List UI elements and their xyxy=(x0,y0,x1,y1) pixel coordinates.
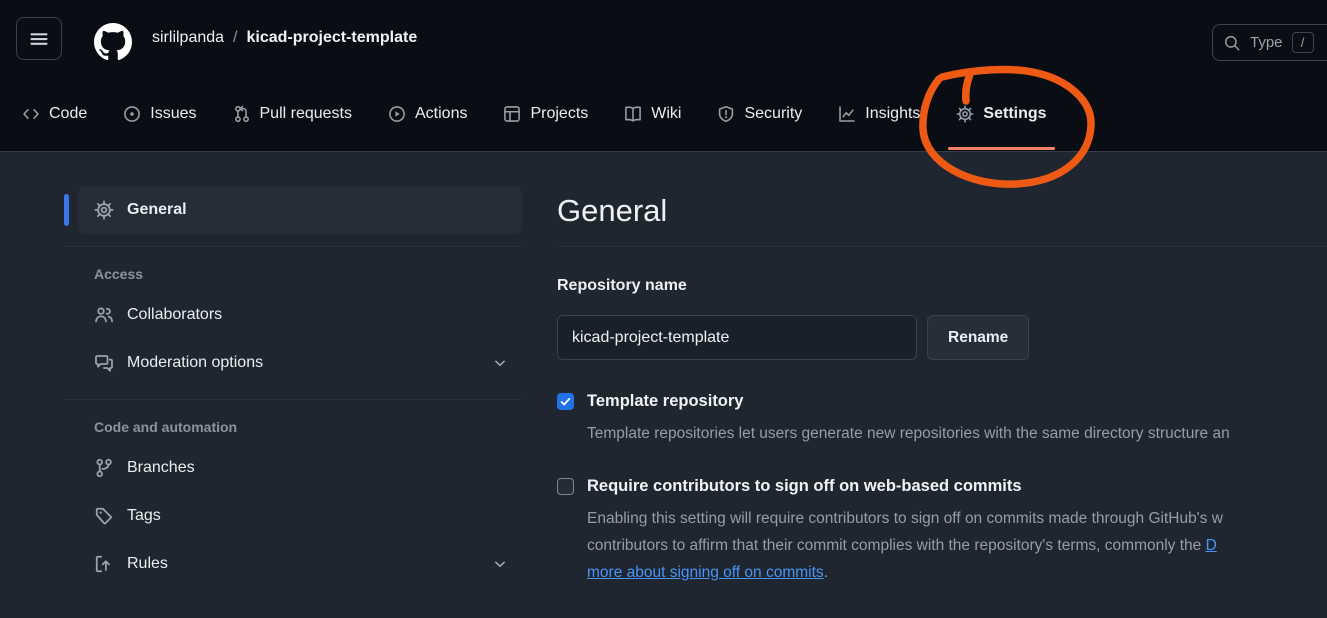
template-repository-row: Template repository xyxy=(557,392,1327,411)
issue-opened-icon xyxy=(123,105,141,123)
sidebar-item-collaborators[interactable]: Collaborators xyxy=(78,291,522,339)
search-placeholder: Type xyxy=(1250,34,1283,51)
tab-pull-requests[interactable]: Pull requests xyxy=(233,76,353,151)
app-header: sirlilpanda / kicad-project-template Typ… xyxy=(0,0,1327,152)
git-branch-icon xyxy=(94,458,114,478)
tab-label: Settings xyxy=(983,105,1046,123)
tab-security[interactable]: Security xyxy=(717,76,802,151)
comment-discussion-icon xyxy=(94,353,114,373)
sidebar-item-general[interactable]: General xyxy=(78,186,522,234)
breadcrumb-owner-link[interactable]: sirlilpanda xyxy=(152,29,224,47)
signoff-description: Enabling this setting will require contr… xyxy=(587,505,1327,586)
breadcrumb-repo-link[interactable]: kicad-project-template xyxy=(247,29,418,47)
gear-icon xyxy=(94,200,114,220)
tab-insights[interactable]: Insights xyxy=(838,76,920,151)
git-pull-request-icon xyxy=(233,105,251,123)
top-bar: sirlilpanda / kicad-project-template Typ… xyxy=(0,0,1327,76)
repository-name-row: Rename xyxy=(557,315,1327,360)
graph-icon xyxy=(838,105,856,123)
sidebar-item-label: Moderation options xyxy=(127,354,263,372)
sidebar-item-tags[interactable]: Tags xyxy=(78,492,522,540)
search-icon xyxy=(1223,34,1241,52)
people-icon xyxy=(94,305,114,325)
hamburger-icon xyxy=(29,29,49,49)
code-icon xyxy=(22,105,40,123)
sidebar-item-moderation-options[interactable]: Moderation options xyxy=(78,339,522,387)
repository-name-label: Repository name xyxy=(557,277,1327,299)
tab-label: Issues xyxy=(150,105,196,123)
sidebar-divider xyxy=(64,246,522,247)
signoff-link-fragment[interactable]: D xyxy=(1206,537,1217,554)
book-icon xyxy=(624,105,642,123)
github-logo-icon[interactable] xyxy=(94,23,132,61)
sidebar-item-label: Tags xyxy=(127,507,161,525)
signoff-description-period: . xyxy=(824,564,828,581)
sidebar-item-branches[interactable]: Branches xyxy=(78,444,522,492)
tab-settings[interactable]: Settings xyxy=(956,76,1046,151)
slash-shortcut-key: / xyxy=(1292,32,1314,53)
chevron-down-icon[interactable] xyxy=(492,556,508,572)
hand-drawn-circle-annotation xyxy=(915,65,1099,195)
breadcrumb-separator: / xyxy=(233,29,237,47)
rename-button[interactable]: Rename xyxy=(927,315,1029,360)
hamburger-menu-button[interactable] xyxy=(16,17,62,60)
rules-icon xyxy=(94,554,114,574)
sidebar-section-code-and-automation: Code and automation xyxy=(64,416,522,438)
signoff-learn-more-link[interactable]: more about signing off on commits xyxy=(587,564,824,581)
tab-label: Pull requests xyxy=(260,105,353,123)
signoff-description-line1: Enabling this setting will require contr… xyxy=(587,510,1223,527)
signoff-description-line2: contributors to affirm that their commit… xyxy=(587,537,1206,554)
template-repository-checkbox[interactable] xyxy=(557,393,574,410)
sidebar-item-label: General xyxy=(127,201,187,219)
search-input[interactable]: Type / xyxy=(1212,24,1327,61)
page-title: General xyxy=(557,190,1327,232)
tab-label: Insights xyxy=(865,105,920,123)
gear-icon xyxy=(956,105,974,123)
repo-tab-navigation: Code Issues Pull requests Actions Projec… xyxy=(0,76,1327,151)
sidebar-section-access: Access xyxy=(64,263,522,285)
repository-name-input[interactable] xyxy=(557,315,917,360)
template-repository-label: Template repository xyxy=(587,392,743,411)
tab-label: Projects xyxy=(530,105,588,123)
active-tab-underline xyxy=(948,147,1054,150)
signoff-checkbox[interactable] xyxy=(557,478,574,495)
tab-label: Actions xyxy=(415,105,467,123)
breadcrumb: sirlilpanda / kicad-project-template xyxy=(152,0,417,76)
table-icon xyxy=(503,105,521,123)
play-circle-icon xyxy=(388,105,406,123)
signoff-label: Require contributors to sign off on web-… xyxy=(587,477,1022,496)
settings-main-panel: General Repository name Rename Template … xyxy=(557,190,1327,618)
tag-icon xyxy=(94,506,114,526)
sidebar-item-label: Branches xyxy=(127,459,195,477)
sidebar-item-label: Collaborators xyxy=(127,306,222,324)
shield-icon xyxy=(717,105,735,123)
tab-issues[interactable]: Issues xyxy=(123,76,196,151)
template-repository-description: Template repositories let users generate… xyxy=(587,420,1327,447)
tab-label: Security xyxy=(744,105,802,123)
tab-label: Code xyxy=(49,105,87,123)
settings-sidebar: General Access Collaborators Moderation … xyxy=(64,186,522,588)
tab-label: Wiki xyxy=(651,105,681,123)
tab-projects[interactable]: Projects xyxy=(503,76,588,151)
tab-wiki[interactable]: Wiki xyxy=(624,76,681,151)
sidebar-item-label: Rules xyxy=(127,555,168,573)
title-divider xyxy=(557,246,1327,247)
chevron-down-icon[interactable] xyxy=(492,355,508,371)
signoff-row: Require contributors to sign off on web-… xyxy=(557,477,1327,496)
sidebar-divider xyxy=(64,399,522,400)
sidebar-item-rules[interactable]: Rules xyxy=(78,540,522,588)
tab-code[interactable]: Code xyxy=(22,76,87,151)
tab-actions[interactable]: Actions xyxy=(388,76,467,151)
